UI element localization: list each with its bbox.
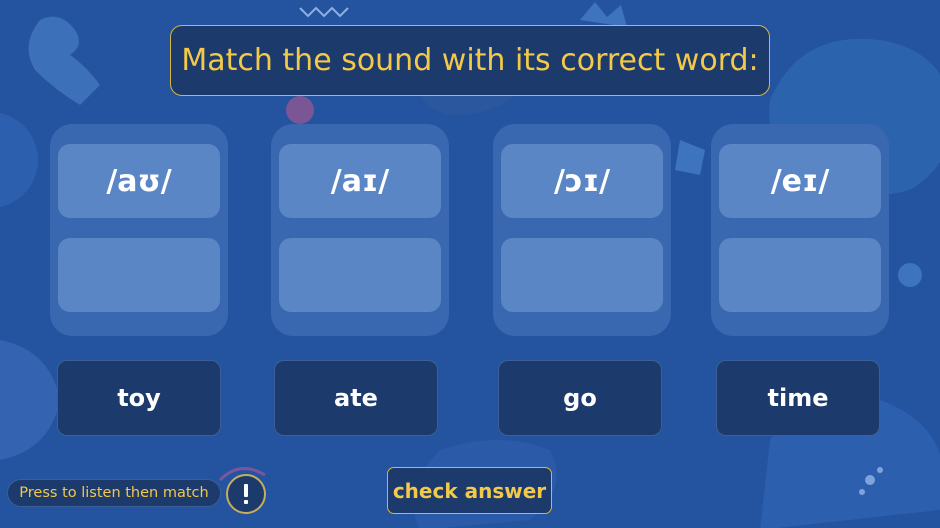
sound-card-2[interactable]: /aɪ/ [279, 144, 441, 218]
drop-slot-4[interactable] [719, 238, 881, 312]
check-answer-button[interactable]: check answer [387, 467, 552, 514]
match-column-2: /aɪ/ [271, 124, 449, 336]
drop-slot-2[interactable] [279, 238, 441, 312]
match-column-3: /ɔɪ/ [493, 124, 671, 336]
sound-card-1[interactable]: /aʊ/ [58, 144, 220, 218]
match-column-1: /aʊ/ [50, 124, 228, 336]
word-card-go[interactable]: go [498, 360, 662, 436]
prompt-title: Match the sound with its correct word: [170, 25, 770, 96]
sound-card-3[interactable]: /ɔɪ/ [501, 144, 663, 218]
word-card-toy[interactable]: toy [57, 360, 221, 436]
word-card-ate[interactable]: ate [274, 360, 438, 436]
word-card-time[interactable]: time [716, 360, 880, 436]
match-column-4: /eɪ/ [711, 124, 889, 336]
activity-stage: Match the sound with its correct word: /… [0, 0, 940, 528]
drop-slot-1[interactable] [58, 238, 220, 312]
exclamation-icon [244, 484, 248, 504]
instruction-label: Press to listen then match [7, 479, 221, 507]
listen-button[interactable] [226, 474, 266, 514]
sound-card-4[interactable]: /eɪ/ [719, 144, 881, 218]
drop-slot-3[interactable] [501, 238, 663, 312]
